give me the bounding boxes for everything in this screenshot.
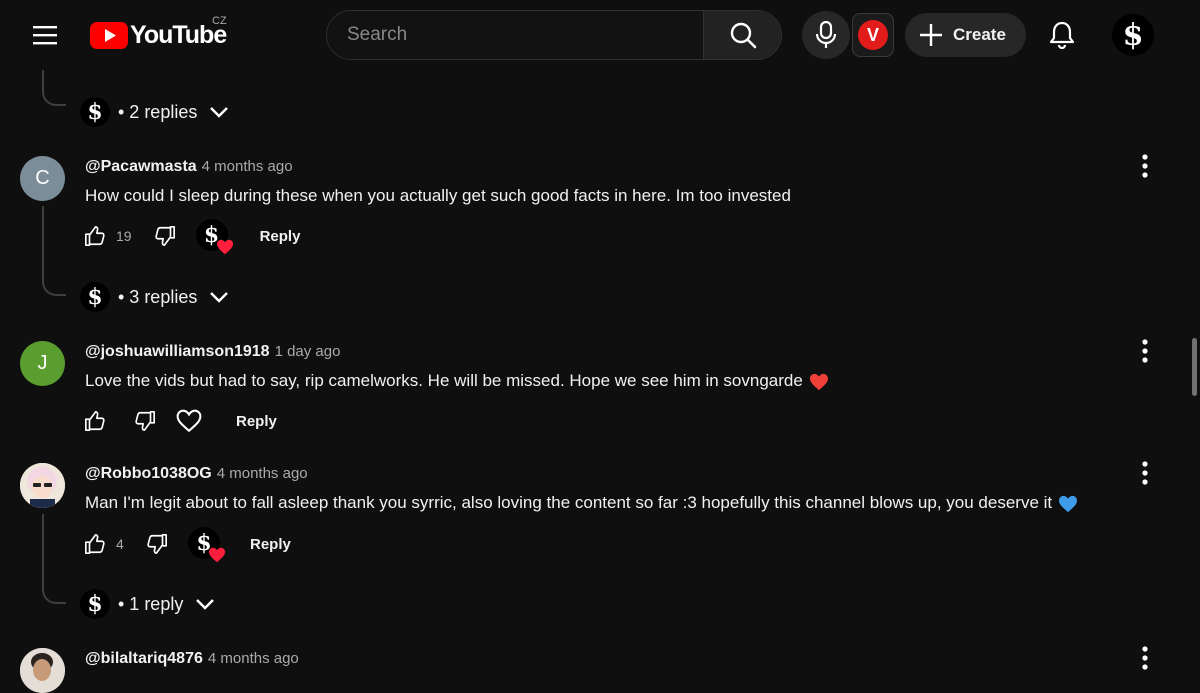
create-button[interactable]: Create: [905, 13, 1026, 57]
replies-count: • 2 replies: [118, 101, 198, 122]
like-button[interactable]: [82, 223, 108, 249]
thumbs-down-icon: [147, 534, 167, 554]
comment-author[interactable]: @Pacawmasta: [85, 158, 197, 176]
replies-count: • 3 replies: [118, 286, 198, 307]
dislike-button[interactable]: [144, 531, 170, 557]
comment-body: Man I'm legit about to fall asleep thank…: [85, 493, 1053, 512]
like-count: 4: [116, 536, 124, 552]
comment-header: @Pacawmasta 4 months ago: [85, 158, 293, 176]
page-scrollbar-thumb[interactable]: [1192, 338, 1197, 396]
commenter-avatar[interactable]: J: [20, 341, 65, 386]
chevron-down-icon: [210, 107, 229, 118]
dislike-button[interactable]: [152, 223, 178, 249]
avatar-letter: C: [35, 167, 50, 189]
commenter-avatar[interactable]: [20, 648, 65, 693]
red-heart-icon: [809, 373, 828, 390]
thread-connector: [42, 70, 66, 106]
search-icon: [730, 22, 756, 49]
chevron-down-icon: [196, 599, 215, 610]
country-code: CZ: [212, 15, 227, 27]
reply-button[interactable]: Reply: [260, 228, 301, 245]
comment-text: How could I sleep during these when you …: [85, 186, 791, 206]
thumbs-up-icon: [85, 226, 105, 246]
search-box: [326, 10, 782, 60]
anime-avatar-image: [20, 463, 65, 508]
more-vert-icon: [1142, 339, 1148, 363]
more-vert-icon: [1142, 154, 1148, 178]
thread-connector: [42, 206, 66, 296]
thread-connector: [42, 514, 66, 604]
create-label: Create: [953, 25, 1006, 44]
reply-button[interactable]: Reply: [236, 413, 277, 430]
comment-actions: 4 $ Reply: [82, 527, 291, 563]
commenter-avatar[interactable]: [20, 463, 65, 508]
heart-icon: [209, 547, 225, 563]
thumbs-up-icon: [85, 411, 105, 431]
more-vert-icon: [1142, 646, 1148, 670]
comment-header: @joshuawilliamson1918 1 day ago: [85, 343, 340, 361]
comment-body: How could I sleep during these when you …: [85, 186, 791, 205]
voice-search-button[interactable]: [802, 11, 850, 59]
youtube-logo[interactable]: YouTube: [90, 20, 227, 50]
comment-timestamp[interactable]: 4 months ago: [217, 465, 308, 482]
creator-avatar: $: [80, 97, 110, 127]
extension-button[interactable]: V: [852, 13, 894, 57]
comment-author[interactable]: @joshuawilliamson1918: [85, 343, 270, 361]
like-count: 19: [116, 228, 132, 244]
notifications-button[interactable]: [1040, 13, 1084, 57]
thumbs-up-icon: [85, 534, 105, 554]
commenter-avatar[interactable]: C: [20, 156, 65, 201]
search-input[interactable]: [327, 11, 703, 59]
creator-heart-badge[interactable]: $: [188, 527, 225, 563]
thumbs-down-icon: [154, 226, 175, 246]
menu-icon: [33, 26, 57, 45]
comment-header: @bilaltariq4876 4 months ago: [85, 650, 299, 668]
heart-outline-icon: [176, 409, 202, 433]
toggle-replies-button[interactable]: $ • 3 replies: [80, 282, 229, 312]
like-button[interactable]: [82, 408, 108, 434]
comment-menu-button[interactable]: [1133, 336, 1157, 366]
comment-text: Love the vids but had to say, rip camelw…: [85, 371, 829, 391]
dollar-icon: $: [1122, 17, 1144, 53]
comment-text: Man I'm legit about to fall asleep thank…: [85, 493, 1078, 513]
reply-button[interactable]: Reply: [250, 536, 291, 553]
comment-actions: 19 $ Reply: [82, 219, 301, 255]
like-button[interactable]: [82, 531, 108, 557]
microphone-icon: [815, 21, 837, 48]
comment-menu-button[interactable]: [1133, 458, 1157, 488]
comment-timestamp[interactable]: 1 day ago: [275, 343, 341, 360]
thumbs-down-icon: [135, 411, 155, 431]
account-avatar[interactable]: $: [1112, 14, 1154, 56]
youtube-play-icon: [90, 21, 128, 49]
comment-timestamp[interactable]: 4 months ago: [208, 650, 299, 667]
creator-heart-badge[interactable]: $: [195, 219, 233, 255]
extension-badge: V: [858, 20, 888, 50]
heart-icon: [216, 239, 233, 255]
comment-menu-button[interactable]: [1133, 151, 1157, 181]
replies-count: • 1 reply: [118, 593, 184, 614]
blue-heart-icon: [1059, 495, 1078, 512]
avatar-letter: J: [37, 352, 48, 374]
comment-timestamp[interactable]: 4 months ago: [202, 158, 293, 175]
more-vert-icon: [1142, 461, 1148, 485]
comment-body: Love the vids but had to say, rip camelw…: [85, 371, 803, 390]
comment-author[interactable]: @Robbo1038OG: [85, 465, 212, 483]
chevron-down-icon: [210, 292, 229, 303]
comment-header: @Robbo1038OG 4 months ago: [85, 465, 308, 483]
creator-avatar: $: [80, 589, 110, 619]
profile-photo-image: [20, 648, 65, 693]
comment-menu-button[interactable]: [1133, 643, 1157, 673]
plus-icon: [920, 24, 942, 46]
comment-actions: Reply: [82, 404, 277, 438]
comment-author[interactable]: @bilaltariq4876: [85, 650, 203, 668]
toggle-replies-button[interactable]: $ • 2 replies: [80, 97, 229, 127]
bell-icon: [1049, 21, 1075, 49]
hamburger-menu-button[interactable]: [25, 15, 65, 55]
dislike-button[interactable]: [132, 408, 158, 434]
toggle-replies-button[interactable]: $ • 1 reply: [80, 589, 215, 619]
top-header: YouTube CZ V Create $: [0, 0, 1200, 70]
heart-button[interactable]: [174, 408, 204, 434]
creator-avatar: $: [80, 282, 110, 312]
search-button[interactable]: [703, 11, 781, 59]
